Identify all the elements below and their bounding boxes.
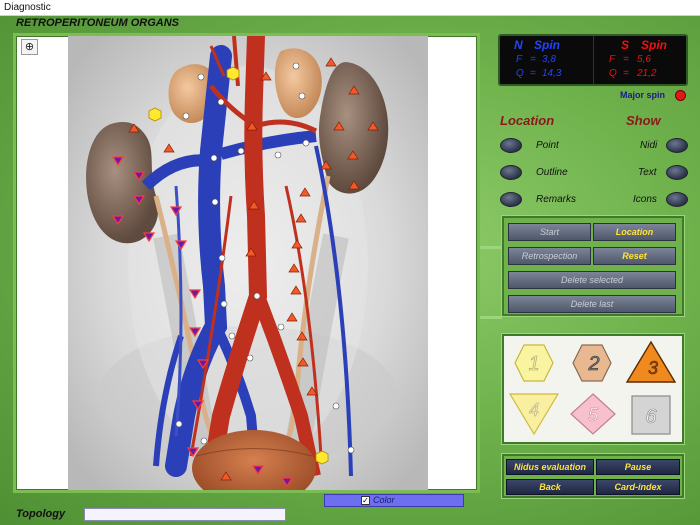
connector: [480, 246, 502, 249]
spin-display: N Spin F = 3,8 Q = 14,3 S Spin F = 5,6 Q…: [498, 34, 688, 86]
retrospection-button[interactable]: Retrospection: [508, 247, 591, 265]
nidus-6-number: 6: [645, 406, 657, 428]
major-spin-indicator: [675, 90, 686, 101]
nidus-1-button[interactable]: 1: [506, 338, 564, 388]
location-outline-label: Outline: [536, 167, 568, 178]
nidus-3-button[interactable]: 3: [622, 338, 680, 388]
nidus-evaluation-button[interactable]: Nidus evaluation: [506, 459, 594, 475]
nidus-5-button[interactable]: 5: [564, 389, 622, 439]
show-heading: Show: [626, 113, 661, 128]
show-icons-toggle[interactable]: [666, 192, 688, 207]
anatomy-viewer[interactable]: ⊕: [13, 33, 480, 493]
location-point-toggle[interactable]: [500, 138, 522, 153]
nidus-1-number: 1: [528, 353, 539, 375]
topology-field[interactable]: [84, 508, 286, 521]
show-text-label: Text: [638, 167, 657, 178]
footer-panel: Nidus evaluation Pause Back Card-index: [502, 454, 684, 498]
s-spin-label: Spin: [641, 38, 667, 52]
pause-button[interactable]: Pause: [596, 459, 680, 475]
anatomy-image[interactable]: [16, 36, 477, 490]
zoom-in-icon[interactable]: ⊕: [21, 39, 38, 55]
window-titlebar: Diagnostic: [0, 0, 700, 16]
s-f-label: F: [609, 54, 616, 65]
back-button[interactable]: Back: [506, 479, 594, 495]
nidi-palette: 1 2 3 4 5 6: [502, 334, 684, 444]
n-q-label: Q: [516, 68, 524, 79]
s-spin-panel: S Spin F = 5,6 Q = 21,2: [609, 38, 667, 79]
color-label: Color: [373, 495, 395, 505]
organ-title: RETROPERITONEUM ORGANS: [16, 17, 179, 29]
s-q-value: 21,2: [637, 68, 657, 79]
start-button[interactable]: Start: [508, 223, 591, 241]
connector: [480, 316, 502, 319]
nidi-svg: 1 2 3 4 5 6: [506, 338, 680, 439]
nidus-2-button[interactable]: 2: [564, 338, 622, 388]
color-checkbox[interactable]: ✓: [361, 496, 370, 505]
n-spin-label: Spin: [534, 38, 560, 52]
n-f-value: 3,8: [542, 54, 556, 65]
location-remarks-label: Remarks: [536, 194, 577, 205]
app-body: RETROPERITONEUM ORGANS ⊕ ✓ Color Topolog…: [0, 16, 700, 525]
s-f-value: 5,6: [637, 54, 651, 65]
location-outline-toggle[interactable]: [500, 165, 522, 180]
nidus-5-number: 5: [588, 405, 599, 425]
location-point-label: Point: [536, 140, 559, 151]
n-q-value: 14,3: [542, 68, 562, 79]
control-panel: Start Location Retrospection Reset Delet…: [502, 216, 684, 316]
show-icons-label: Icons: [633, 194, 657, 205]
n-spin-panel: N Spin F = 3,8 Q = 14,3: [500, 36, 594, 84]
window-title: Diagnostic: [4, 2, 51, 13]
show-nidi-label: Nidi: [640, 140, 658, 151]
delete-selected-button[interactable]: Delete selected: [508, 271, 676, 289]
delete-last-button[interactable]: Delete last: [508, 295, 676, 313]
nidus-3-number: 3: [648, 358, 658, 378]
nidus-6-button[interactable]: 6: [622, 389, 680, 439]
color-toggle[interactable]: ✓ Color: [324, 494, 464, 507]
show-nidi-toggle[interactable]: [666, 138, 688, 153]
s-q-label: Q: [609, 68, 617, 79]
nidus-2-number: 2: [587, 353, 599, 375]
location-remarks-toggle[interactable]: [500, 192, 522, 207]
nidus-4-button[interactable]: 4: [506, 389, 564, 439]
nidus-4-number: 4: [529, 400, 539, 420]
reset-button[interactable]: Reset: [593, 247, 676, 265]
n-f-label: F: [516, 54, 523, 65]
location-button[interactable]: Location: [593, 223, 676, 241]
location-heading: Location: [500, 113, 555, 128]
s-spin-letter: S: [621, 38, 630, 52]
topology-label: Topology: [16, 508, 66, 520]
major-spin-label: Major spin: [620, 90, 666, 100]
n-spin-letter: N: [514, 38, 523, 52]
card-index-button[interactable]: Card-index: [596, 479, 680, 495]
show-text-toggle[interactable]: [666, 165, 688, 180]
